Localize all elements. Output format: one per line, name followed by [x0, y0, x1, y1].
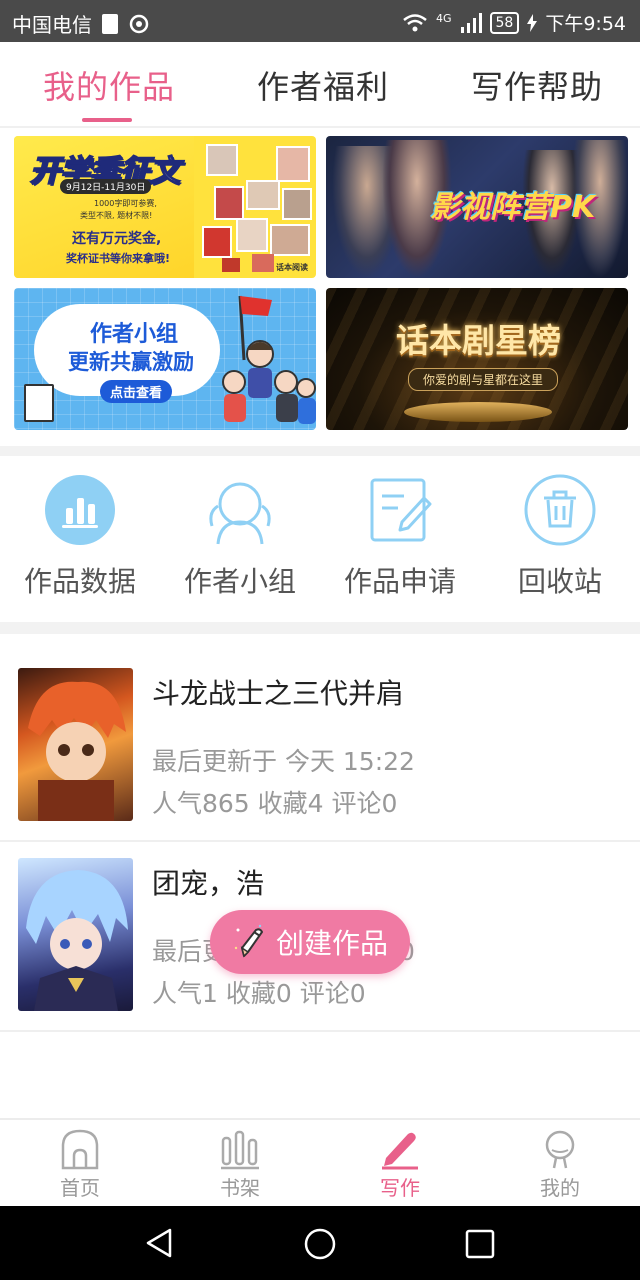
banner2-title: 影视阵营PK — [430, 190, 596, 225]
view-now-button[interactable]: 点击查看 — [100, 380, 173, 403]
nav-profile[interactable]: 我的 — [520, 1128, 600, 1201]
carrier-label: 中国电信 — [12, 13, 92, 37]
recent-apps-icon[interactable] — [465, 1229, 495, 1259]
photo-thumbnail — [202, 226, 232, 258]
work-title[interactable]: 斗龙战士之三代并肩 — [152, 672, 404, 712]
pencil-icon — [234, 924, 263, 958]
photo-thumbnail — [276, 146, 310, 182]
tab-my-works[interactable]: 我的作品 — [43, 62, 175, 108]
entry-work-application-label: 作品申请 — [343, 565, 456, 598]
banner1-line4: 奖杯证书等你来拿哦! — [66, 252, 171, 265]
work-last-updated: 最后更新于 今天 15:22 — [152, 747, 415, 776]
list-divider — [0, 1030, 640, 1032]
work-stats: 人气1 收藏0 评论0 — [152, 979, 366, 1008]
chart-icon — [45, 475, 115, 545]
stage-podium — [404, 402, 552, 422]
charging-icon — [527, 13, 538, 32]
wifi-icon — [403, 13, 427, 31]
tab-author-benefits[interactable]: 作者福利 — [257, 62, 389, 108]
work-list-item[interactable]: 斗龙战士之三代并肩 最后更新于 今天 15:22 人气865 收藏4 评论0 — [0, 634, 640, 840]
section-divider — [0, 446, 640, 456]
banner4-title: 话本剧星榜 — [396, 321, 561, 360]
photo-thumbnail — [270, 224, 310, 256]
home-icon — [61, 1129, 99, 1170]
active-tab-indicator — [82, 118, 132, 122]
banner3-title1: 作者小组 — [90, 322, 179, 347]
banner1-logo: 话本阅读 — [276, 263, 308, 272]
photo-thumbnail — [206, 144, 238, 176]
banner4-subtitle: 你爱的剧与星都在这里 — [408, 368, 559, 391]
home-circle-icon[interactable] — [303, 1227, 337, 1261]
photo-thumbnail — [246, 180, 280, 210]
banner-author-group[interactable]: 作者小组 更新共赢激励 点击查看 — [14, 288, 316, 430]
sim-card-icon — [102, 13, 118, 34]
photo-thumbnail — [222, 258, 240, 272]
photo-thumbnail — [236, 218, 268, 252]
nav-writing[interactable]: 写作 — [360, 1128, 440, 1201]
banner-back-to-school-contest[interactable]: 开学季征文 9月12日-11月30日 1000字即可参赛, 类型不限, 题材不限… — [14, 136, 316, 278]
banner-film-camp-pk[interactable]: 影视阵营PK — [326, 136, 628, 278]
create-work-label: 创建作品 — [275, 927, 388, 960]
entry-author-group-label: 作者小组 — [183, 565, 296, 598]
entry-author-group[interactable]: 作者小组 — [170, 474, 310, 600]
apply-icon — [370, 478, 432, 542]
cover-character-art — [26, 870, 128, 1011]
photo-thumbnail — [282, 188, 312, 220]
tab-writing-help[interactable]: 写作帮助 — [471, 62, 603, 108]
cheering-characters-illustration — [222, 295, 316, 424]
banner1-dates: 9月12日-11月30日 — [60, 179, 152, 194]
nav-writing-label: 写作 — [380, 1176, 420, 1200]
nav-bookshelf[interactable]: 书架 — [200, 1128, 280, 1201]
clipboard-icon — [24, 384, 54, 422]
profile-icon — [545, 1130, 575, 1169]
trash-icon — [524, 474, 596, 546]
work-cover-image[interactable] — [18, 668, 133, 821]
photo-thumbnail — [214, 186, 244, 220]
banner1-line2: 类型不限, 题材不限! — [80, 211, 153, 220]
battery-indicator: 58 — [489, 11, 520, 34]
network-type-label: 4G — [435, 12, 452, 25]
section-divider — [0, 622, 640, 634]
banner1-line1: 1000字即可参赛, — [94, 199, 157, 208]
entry-work-data[interactable]: 作品数据 — [10, 474, 150, 600]
system-navigation-bar — [0, 1206, 640, 1280]
work-cover-image[interactable] — [18, 858, 133, 1011]
nav-home-label: 首页 — [60, 1176, 100, 1200]
bottom-nav-bar: 首页 书架 写作 我的 — [0, 1118, 640, 1208]
entry-recycle-bin[interactable]: 回收站 — [490, 474, 630, 600]
work-title[interactable]: 团宠，浩 — [152, 862, 264, 902]
status-bar: 中国电信 4G 58 下午9:54 — [0, 0, 640, 42]
banner1-line3: 还有万元奖金, — [72, 231, 162, 247]
group-icon — [209, 482, 271, 545]
clock: 下午9:54 — [545, 13, 626, 35]
work-stats: 人气865 收藏4 评论0 — [152, 789, 398, 818]
top-tab-bar: 我的作品 作者福利 写作帮助 — [0, 42, 640, 128]
signal-icon — [460, 12, 482, 33]
cover-character-art — [28, 681, 126, 821]
bookshelf-icon — [221, 1130, 259, 1170]
back-icon[interactable] — [144, 1227, 176, 1259]
record-icon — [129, 14, 149, 33]
nav-bookshelf-label: 书架 — [220, 1176, 260, 1200]
photo-thumbnail — [252, 254, 274, 272]
entry-work-application[interactable]: 作品申请 — [330, 474, 470, 600]
nav-home[interactable]: 首页 — [40, 1128, 120, 1201]
nav-profile-label: 我的 — [540, 1176, 580, 1200]
banner-drama-star-ranking[interactable]: 话本剧星榜 你爱的剧与星都在这里 — [326, 288, 628, 430]
pen-icon — [382, 1132, 418, 1170]
entry-recycle-bin-label: 回收站 — [517, 565, 602, 598]
entry-work-data-label: 作品数据 — [23, 565, 136, 598]
banner3-title2: 更新共赢激励 — [68, 350, 194, 374]
create-work-button[interactable]: 创建作品 — [210, 910, 410, 974]
